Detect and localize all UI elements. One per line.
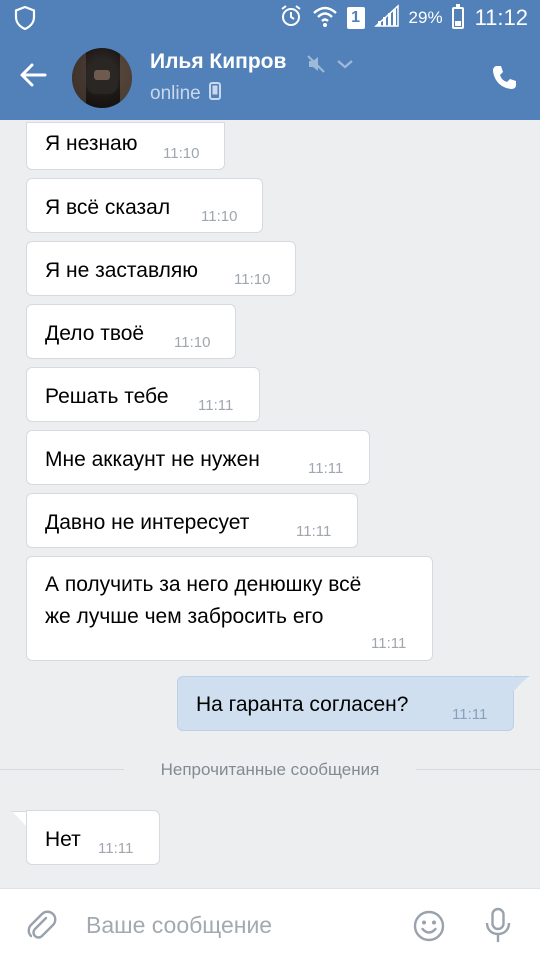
status-text: online — [150, 83, 201, 104]
unread-divider-label: Непрочитанные сообщения — [160, 760, 380, 779]
message-bubble-incoming[interactable]: Дело твоё 11:10 — [26, 304, 236, 359]
signal-icon — [373, 3, 400, 33]
avatar[interactable] — [72, 48, 132, 108]
chat-header: Илья Кипров online — [0, 36, 540, 120]
message-bubble-incoming[interactable]: Нет 11:11 — [26, 810, 160, 865]
message-time: 11:11 — [308, 460, 344, 477]
message-bubble-incoming[interactable]: Мне аккаунт не нужен 11:11 — [26, 430, 370, 485]
mobile-phone-icon — [208, 82, 221, 106]
message-text: Мне аккаунт не нужен — [45, 448, 260, 471]
message-text-line: А получить за него денюшку всё — [45, 573, 362, 596]
message-bubble-incoming[interactable]: Я всё сказал 11:10 — [26, 178, 263, 233]
message-time: 11:10 — [174, 334, 211, 351]
message-text: На гаранта согласен? — [196, 693, 409, 716]
message-text: Я незнаю — [45, 132, 138, 155]
message-time: 11:10 — [163, 145, 200, 162]
outgoing-bubble-tail — [512, 676, 529, 691]
online-status: online — [150, 82, 221, 106]
microphone-icon[interactable] — [484, 907, 512, 950]
message-bubble-incoming[interactable]: Я не заставляю 11:10 — [26, 241, 296, 296]
battery-percent: 29% — [408, 8, 443, 27]
wifi-icon — [312, 4, 338, 33]
message-time: 11:10 — [201, 208, 238, 225]
message-time: 11:10 — [234, 271, 271, 288]
paperclip-icon[interactable] — [24, 909, 58, 948]
message-time: 11:11 — [98, 840, 134, 857]
message-bubble-incoming[interactable]: А получить за него денюшку всё же лучше … — [26, 556, 433, 661]
message-bubble-incoming[interactable]: Я незнаю 11:10 — [26, 122, 225, 170]
sim-badge: 1 — [346, 7, 365, 29]
message-input[interactable] — [86, 907, 386, 943]
battery-icon — [451, 4, 464, 29]
back-arrow-icon[interactable] — [18, 60, 58, 96]
message-composer — [0, 888, 540, 960]
message-text: Давно не интересует — [45, 511, 250, 534]
clock: 11:12 — [474, 5, 528, 30]
phone-call-icon[interactable] — [490, 64, 518, 97]
status-bar: 1 29% 11:12 — [0, 0, 540, 36]
unread-divider: Непрочитанные сообщения — [0, 760, 540, 780]
muted-speaker-icon — [306, 54, 326, 79]
message-text: Решать тебе — [45, 385, 169, 408]
message-time: 11:11 — [296, 523, 332, 540]
message-text: Я всё сказал — [45, 196, 171, 219]
message-bubble-outgoing[interactable]: На гаранта согласен? 11:11 — [177, 676, 514, 731]
contact-name[interactable]: Илья Кипров — [150, 50, 286, 74]
message-time: 11:11 — [371, 635, 407, 652]
message-text: Нет — [45, 828, 81, 851]
message-text-line: же лучше чем забросить его — [45, 605, 324, 628]
shield-icon — [14, 5, 36, 35]
alarm-clock-icon — [279, 4, 303, 33]
message-bubble-incoming[interactable]: Решать тебе 11:11 — [26, 367, 260, 422]
chevron-down-icon[interactable] — [336, 57, 354, 75]
message-text: Я не заставляю — [45, 259, 199, 282]
message-time: 11:11 — [452, 706, 488, 723]
message-text: Дело твоё — [45, 322, 145, 345]
smiley-icon[interactable] — [412, 909, 446, 948]
message-bubble-incoming[interactable]: Давно не интересует 11:11 — [26, 493, 358, 548]
message-time: 11:11 — [198, 397, 234, 414]
